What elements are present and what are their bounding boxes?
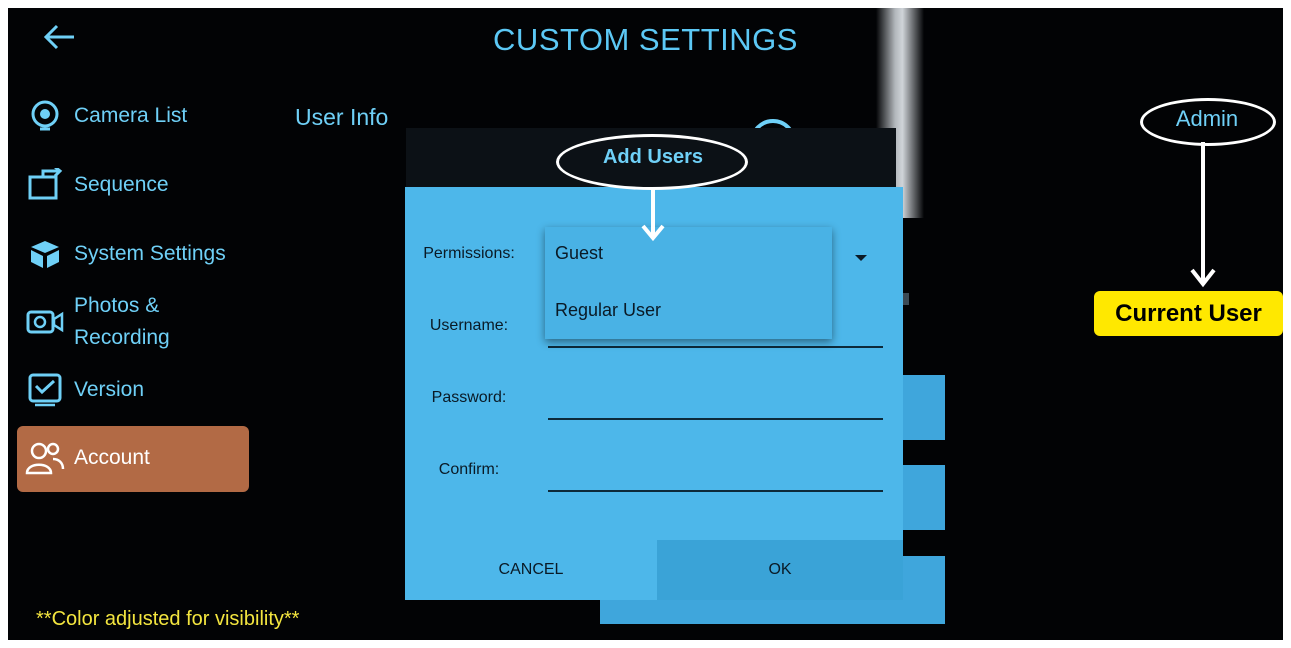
page-title: CUSTOM SETTINGS xyxy=(493,22,798,57)
dropdown-option-regular-user[interactable]: Regular User xyxy=(555,300,661,321)
color-note: **Color adjusted for visibility** xyxy=(36,608,300,630)
users-icon xyxy=(24,440,66,476)
sidebar-item-label-line2: Recording xyxy=(74,326,170,349)
current-user-badge: Current User xyxy=(1094,291,1283,336)
sidebar-item-label: Sequence xyxy=(74,173,169,196)
sidebar-item-label: Photos & Recording xyxy=(74,290,170,354)
background-mark xyxy=(903,293,909,305)
sidebar-item-label: Version xyxy=(74,378,145,401)
ok-button[interactable]: OK xyxy=(657,540,903,600)
cancel-button[interactable]: CANCEL xyxy=(405,540,657,600)
video-camera-icon xyxy=(24,304,66,340)
password-label: Password: xyxy=(431,389,507,406)
sidebar-item-sequence[interactable]: Sequence xyxy=(24,167,169,203)
dropdown-option-guest[interactable]: Guest xyxy=(555,243,603,264)
sidebar-item-label-line1: Photos & xyxy=(74,294,160,317)
version-icon xyxy=(24,372,66,408)
password-field[interactable] xyxy=(548,418,883,420)
annotation-arrow-icon xyxy=(641,188,665,242)
sidebar-item-version[interactable]: Version xyxy=(24,372,144,408)
screen: CUSTOM SETTINGS Camera List Sequence Sys… xyxy=(8,8,1283,640)
sidebar-item-account[interactable]: Account xyxy=(17,426,249,492)
permissions-dropdown[interactable]: Guest Regular User xyxy=(545,227,832,339)
confirm-label: Confirm: xyxy=(438,461,500,478)
sidebar-item-label: Camera List xyxy=(74,104,188,127)
sidebar-item-label: Account xyxy=(74,446,150,469)
chevron-down-icon[interactable] xyxy=(855,255,867,261)
sidebar-item-camera-list[interactable]: Camera List xyxy=(24,98,187,134)
sidebar-item-label: System Settings xyxy=(74,242,226,265)
sidebar-item-system-settings[interactable]: System Settings xyxy=(24,236,226,272)
confirm-field[interactable] xyxy=(548,490,883,492)
current-user-name: Admin xyxy=(1175,106,1239,131)
cube-icon xyxy=(24,236,66,272)
camera-icon xyxy=(24,98,66,134)
username-field[interactable] xyxy=(548,346,883,348)
section-title: User Info xyxy=(295,104,389,130)
annotation-arrow-icon xyxy=(1190,142,1216,288)
dialog-title: Add Users xyxy=(602,146,704,168)
username-label: Username: xyxy=(429,317,509,334)
sidebar-item-photos-recording[interactable]: Photos & Recording xyxy=(24,290,170,354)
sequence-icon xyxy=(24,167,66,203)
permissions-label: Permissions: xyxy=(423,245,515,262)
